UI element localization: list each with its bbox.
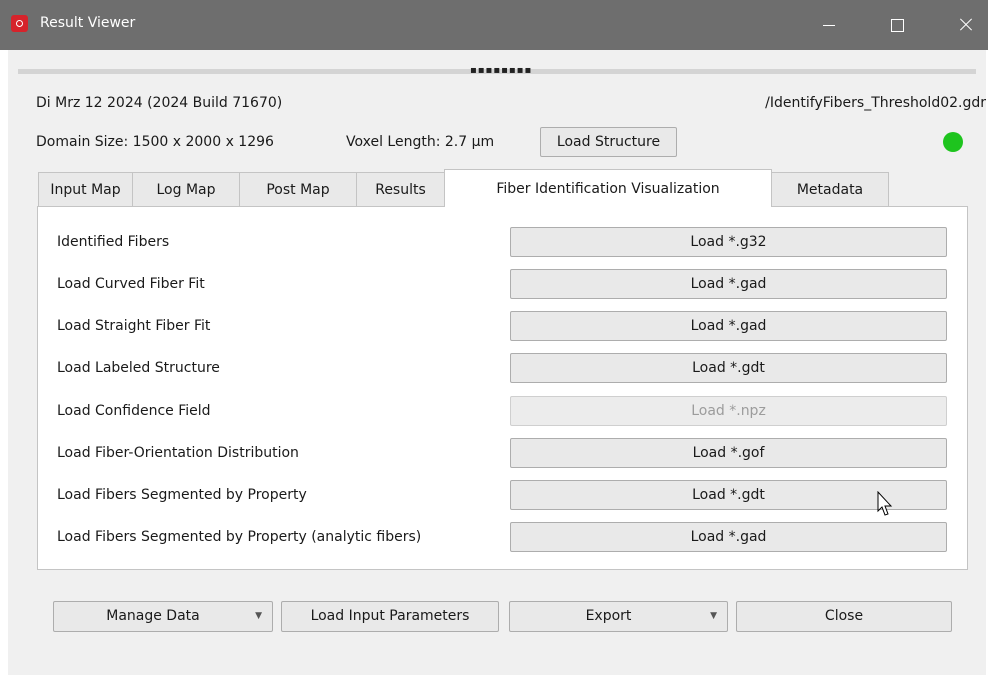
row-label-segmented-analytic: Load Fibers Segmented by Property (analy… — [57, 529, 422, 545]
voxel-length-label: Voxel Length: 2.7 µm — [346, 134, 495, 150]
minimize-button[interactable] — [806, 0, 852, 50]
load-straight-gad-button[interactable]: Load *.gad — [510, 311, 947, 341]
load-labeled-gdt-button[interactable]: Load *.gdt — [510, 353, 947, 383]
grip-icon[interactable]: ▪▪▪▪▪▪▪▪ — [470, 66, 532, 76]
close-button[interactable]: Close — [736, 601, 952, 632]
maximize-button[interactable] — [874, 0, 920, 50]
domain-size-label: Domain Size: 1500 x 2000 x 1296 — [36, 134, 274, 150]
version-label: Di Mrz 12 2024 (2024 Build 71670) — [36, 95, 283, 111]
result-viewer-window: ▪▪▪▪▪▪▪▪ Di Mrz 12 2024 (2024 Build 7167… — [8, 50, 986, 675]
fiber-identification-panel: Identified Fibers Load *.g32 Load Curved… — [37, 206, 968, 570]
load-gof-button[interactable]: Load *.gof — [510, 438, 947, 468]
row-label-straight-fiber-fit: Load Straight Fiber Fit — [57, 318, 211, 334]
load-curved-gad-button[interactable]: Load *.gad — [510, 269, 947, 299]
tab-results[interactable]: Results — [356, 172, 445, 206]
file-path-label: /IdentifyFibers_Threshold02.gdr — [765, 95, 986, 111]
row-label-fiber-orientation: Load Fiber-Orientation Distribution — [57, 445, 299, 461]
export-dropdown[interactable]: Export ▼ — [509, 601, 728, 632]
chevron-down-icon: ▼ — [255, 611, 262, 621]
tab-input-map[interactable]: Input Map — [38, 172, 133, 206]
tab-log-map[interactable]: Log Map — [132, 172, 240, 206]
tab-fiber-identification-visualization[interactable]: Fiber Identification Visualization — [444, 169, 772, 207]
load-input-parameters-button[interactable]: Load Input Parameters — [281, 601, 499, 632]
row-label-confidence-field: Load Confidence Field — [57, 403, 211, 419]
tab-post-map[interactable]: Post Map — [239, 172, 357, 206]
close-window-button[interactable] — [942, 0, 988, 50]
row-label-segmented-by-property: Load Fibers Segmented by Property — [57, 487, 307, 503]
tab-metadata[interactable]: Metadata — [771, 172, 889, 206]
load-segmented-gad-button[interactable]: Load *.gad — [510, 522, 947, 552]
mouse-cursor-icon — [877, 491, 893, 516]
app-icon — [11, 15, 28, 32]
load-structure-button[interactable]: Load Structure — [540, 127, 677, 157]
maximize-icon — [891, 19, 904, 32]
manage-data-dropdown[interactable]: Manage Data ▼ — [53, 601, 273, 632]
status-indicator — [943, 132, 963, 152]
export-label: Export — [585, 608, 632, 624]
minimize-icon — [823, 25, 835, 26]
load-g32-button[interactable]: Load *.g32 — [510, 227, 947, 257]
chevron-down-icon: ▼ — [710, 611, 717, 621]
row-label-labeled-structure: Load Labeled Structure — [57, 360, 220, 376]
window-title: Result Viewer — [40, 15, 136, 31]
load-npz-button: Load *.npz — [510, 396, 947, 426]
manage-data-label: Manage Data — [106, 608, 200, 624]
title-bar: Result Viewer — [0, 0, 988, 50]
row-label-identified-fibers: Identified Fibers — [57, 234, 170, 250]
row-label-curved-fiber-fit: Load Curved Fiber Fit — [57, 276, 205, 292]
